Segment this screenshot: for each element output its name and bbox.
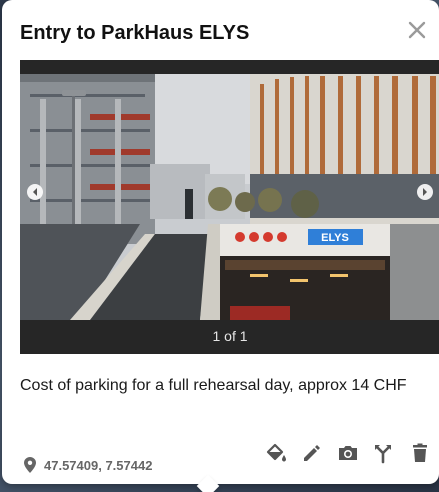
- coordinates-text: 47.57409, 7.57442: [44, 457, 153, 473]
- pencil-icon: [304, 445, 320, 461]
- sign-text: ELYS: [321, 232, 349, 244]
- previous-photo-button[interactable]: [27, 184, 43, 200]
- add-photo-button[interactable]: [336, 441, 360, 465]
- popup-title: Entry to ParkHaus ELYS: [20, 22, 250, 44]
- next-photo-button[interactable]: [417, 184, 433, 200]
- trash-icon: [413, 443, 427, 462]
- chevron-left-icon: [33, 188, 37, 196]
- delete-button[interactable]: [408, 441, 432, 465]
- edit-button[interactable]: [300, 441, 324, 465]
- close-icon: [408, 21, 426, 39]
- camera-icon: [339, 446, 357, 460]
- location-photo: ELYS: [20, 74, 439, 320]
- photo-counter: 1 of 1: [212, 328, 248, 344]
- action-toolbar: [264, 441, 439, 467]
- chevron-right-icon: [423, 188, 427, 196]
- coordinates: 47.57409, 7.57442: [24, 456, 152, 474]
- branch-icon: [375, 445, 391, 464]
- location-popup: Entry to ParkHaus ELYS ELYS 1 of 1 Cost …: [2, 0, 439, 484]
- photo-carousel: ELYS 1 of 1: [20, 60, 439, 354]
- close-button[interactable]: [405, 18, 429, 42]
- style-button[interactable]: [264, 441, 288, 465]
- paint-bucket-icon: [266, 443, 286, 462]
- popup-description: Cost of parking for a full rehearsal day…: [20, 377, 407, 394]
- directions-button[interactable]: [372, 441, 396, 465]
- location-pin-icon: [24, 457, 36, 473]
